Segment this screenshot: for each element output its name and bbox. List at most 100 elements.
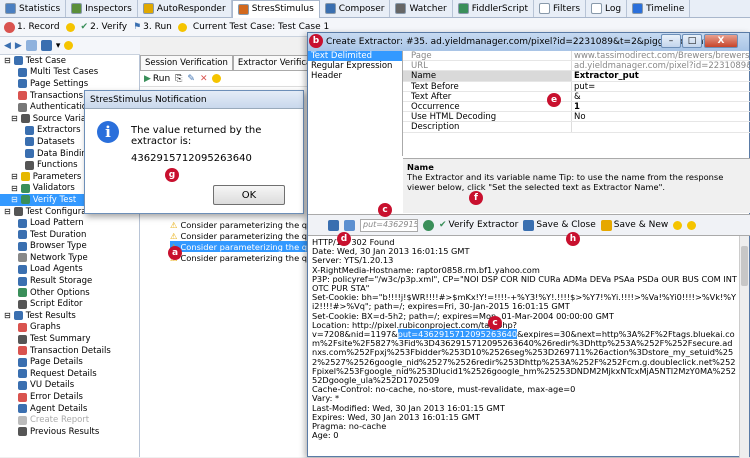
tree-item-browser-type[interactable]: Browser Type bbox=[0, 241, 139, 253]
extractor-type-regular-expression[interactable]: Regular Expression bbox=[308, 61, 402, 71]
grid-icon[interactable] bbox=[25, 40, 37, 51]
tree-item-test-summary[interactable]: Test Summary bbox=[0, 333, 139, 345]
property-row[interactable]: Description bbox=[403, 122, 750, 133]
tree-item-test-duration[interactable]: Test Duration bbox=[0, 229, 139, 241]
minimize-button[interactable]: – bbox=[661, 34, 681, 48]
tree-item-load-agents[interactable]: Load Agents bbox=[0, 264, 139, 276]
collapse-icon[interactable]: ⊟ bbox=[11, 114, 18, 123]
tree-item-graphs[interactable]: Graphs bbox=[0, 322, 139, 334]
tree-item-network-type[interactable]: Network Type bbox=[0, 252, 139, 264]
lightbulb-icon[interactable] bbox=[687, 220, 697, 230]
save-new-button[interactable]: Save & New bbox=[600, 219, 668, 231]
tree-item-agent-details[interactable]: Agent Details bbox=[0, 403, 139, 415]
ok-button[interactable]: OK bbox=[213, 185, 285, 205]
property-row[interactable]: Name Extractor_put bbox=[403, 71, 750, 82]
property-row[interactable]: Text After & bbox=[403, 91, 750, 102]
user-icon[interactable] bbox=[423, 219, 434, 231]
list-item[interactable]: ⚠Consider parameterizing the query strin… bbox=[170, 241, 399, 252]
delete-icon[interactable]: ✕ bbox=[200, 74, 208, 84]
tree-item-other-options[interactable]: Other Options bbox=[0, 287, 139, 299]
verify-extractor-button[interactable]: ✔ Verify Extractor bbox=[439, 220, 518, 230]
tree-item-error-details[interactable]: Error Details bbox=[0, 391, 139, 403]
tab-fiddlerscript[interactable]: FiddlerScript bbox=[453, 0, 535, 17]
tab-inspectors[interactable]: Inspectors bbox=[66, 0, 138, 17]
property-value[interactable]: No bbox=[571, 112, 750, 122]
tree-item-transaction-details[interactable]: Transaction Details bbox=[0, 345, 139, 357]
tree-item-page-details[interactable]: Page Details bbox=[0, 356, 139, 368]
tab-timeline[interactable]: Timeline bbox=[627, 0, 691, 17]
tree-item-multi-test-cases[interactable]: Multi Test Cases bbox=[0, 67, 139, 79]
property-value[interactable]: ad.yieldmanager.com/pixel?id=2231089&t=2… bbox=[571, 61, 750, 71]
tree-item-result-storage[interactable]: Result Storage bbox=[0, 275, 139, 287]
verify-button[interactable]: ✔ 2. Verify bbox=[81, 22, 128, 32]
tab-composer[interactable]: Composer bbox=[320, 0, 391, 17]
extractor-type-list: Text Delimited Regular Expression Header bbox=[308, 51, 403, 156]
property-value[interactable]: 1 bbox=[571, 101, 750, 112]
tree-item-load-pattern[interactable]: Load Pattern bbox=[0, 217, 139, 229]
property-row[interactable]: Occurrence 1 bbox=[403, 101, 750, 113]
list-item[interactable]: ⚠Consider parameterizing the query strin… bbox=[170, 219, 399, 230]
list-item[interactable]: ⚠Consider parameterizing the query strin… bbox=[170, 252, 399, 263]
tree-item-request-details[interactable]: Request Details bbox=[0, 368, 139, 380]
tab-autoresponder[interactable]: AutoResponder bbox=[138, 0, 232, 17]
run-verification-button[interactable]: ▶ Run bbox=[144, 74, 170, 84]
collapse-icon[interactable]: ⊟ bbox=[11, 184, 18, 193]
list-item[interactable]: ⚠Consider parameterizing the query strin… bbox=[170, 230, 399, 241]
response-viewer[interactable]: HTTP/1.1 302 Found Date: Wed, 30 Jan 2013… bbox=[308, 236, 741, 458]
property-row[interactable]: Text Before put= bbox=[403, 81, 750, 92]
collapse-icon[interactable]: ⊟ bbox=[11, 172, 18, 181]
property-row[interactable]: Page www.tassimodirect.com/Brewers/brewer… bbox=[403, 51, 750, 62]
lightbulb-icon[interactable] bbox=[64, 41, 74, 50]
record-button[interactable]: 1. Record bbox=[4, 21, 60, 33]
tree-item-label: VU Details bbox=[30, 380, 75, 391]
tab-label: Watcher bbox=[409, 3, 447, 14]
set-before-icon[interactable] bbox=[344, 219, 355, 231]
extracted-preview-field[interactable]: put=43629157120 bbox=[360, 218, 418, 232]
tree-item-create-report[interactable]: Create Report bbox=[0, 414, 139, 426]
close-button[interactable]: X bbox=[704, 34, 738, 48]
tree-item-test-results[interactable]: ⊟ Test Results bbox=[0, 310, 139, 322]
tab-log[interactable]: Log bbox=[586, 0, 628, 17]
property-value[interactable]: & bbox=[571, 91, 750, 101]
tab-session-verification[interactable]: Session Verification bbox=[140, 55, 233, 70]
extractor-type-header[interactable]: Header bbox=[308, 71, 402, 81]
response-line: Set-Cookie: bh="b!!!!j!$WR!!!!#>$mKx!Y!=… bbox=[312, 292, 737, 312]
property-value[interactable]: put= bbox=[571, 81, 750, 91]
property-value[interactable]: Extractor_put bbox=[571, 71, 750, 81]
response-scrollbar[interactable] bbox=[739, 236, 749, 458]
extractor-type-text-delimited[interactable]: Text Delimited bbox=[308, 51, 402, 61]
collapse-icon[interactable]: ⊟ bbox=[4, 56, 11, 65]
property-value[interactable]: www.tassimodirect.com/Brewers/brewers,de… bbox=[571, 51, 750, 61]
tree-item-vu-details[interactable]: VU Details bbox=[0, 380, 139, 392]
property-row[interactable]: URL ad.yieldmanager.com/pixel?id=2231089&… bbox=[403, 61, 750, 72]
chevron-down-icon[interactable]: ▾ bbox=[56, 41, 61, 51]
tree-item-test-case[interactable]: ⊟ Test Case bbox=[0, 55, 139, 67]
edit-icon[interactable]: ✎ bbox=[187, 74, 195, 84]
lightbulb-icon[interactable] bbox=[212, 74, 222, 83]
lightbulb-icon[interactable] bbox=[65, 22, 75, 32]
collapse-icon[interactable]: ⊟ bbox=[4, 311, 11, 320]
property-value[interactable] bbox=[571, 122, 750, 132]
collapse-icon[interactable]: ⊟ bbox=[11, 195, 18, 204]
tab-watcher[interactable]: Watcher bbox=[390, 0, 453, 17]
forward-icon[interactable]: ▶ bbox=[15, 41, 22, 51]
tree-item-page-settings[interactable]: Page Settings bbox=[0, 78, 139, 90]
set-name-icon[interactable] bbox=[328, 219, 339, 231]
property-row[interactable]: Use HTML Decoding No bbox=[403, 112, 750, 123]
scroll-thumb[interactable] bbox=[741, 246, 748, 286]
tab-filters[interactable]: Filters bbox=[534, 0, 587, 17]
copy-icon[interactable]: ⎘ bbox=[175, 74, 182, 84]
save-icon[interactable] bbox=[40, 40, 52, 51]
back-icon[interactable]: ◀ bbox=[4, 41, 11, 51]
tab-stresstimulus[interactable]: StresStimulus bbox=[231, 0, 320, 18]
extracted-value[interactable]: 4362915712095263640 bbox=[131, 153, 252, 164]
maximize-button[interactable]: □ bbox=[682, 34, 702, 48]
collapse-icon[interactable]: ⊟ bbox=[4, 207, 11, 216]
tree-item-previous-results[interactable]: Previous Results bbox=[0, 426, 139, 438]
tree-item-script-editor[interactable]: Script Editor bbox=[0, 298, 139, 310]
save-close-button[interactable]: Save & Close bbox=[523, 219, 596, 231]
tab-statistics[interactable]: Statistics bbox=[0, 0, 67, 17]
run-button[interactable]: ⚑ 3. Run bbox=[133, 22, 172, 32]
lightbulb-icon[interactable] bbox=[177, 22, 187, 32]
lightbulb-icon[interactable] bbox=[673, 220, 683, 230]
